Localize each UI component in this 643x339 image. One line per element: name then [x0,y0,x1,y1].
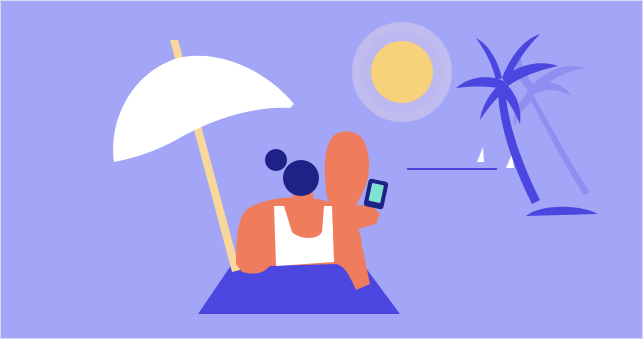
illustration-frame [0,0,643,339]
beach-scene-illustration [0,0,643,339]
sun-icon [352,22,452,122]
